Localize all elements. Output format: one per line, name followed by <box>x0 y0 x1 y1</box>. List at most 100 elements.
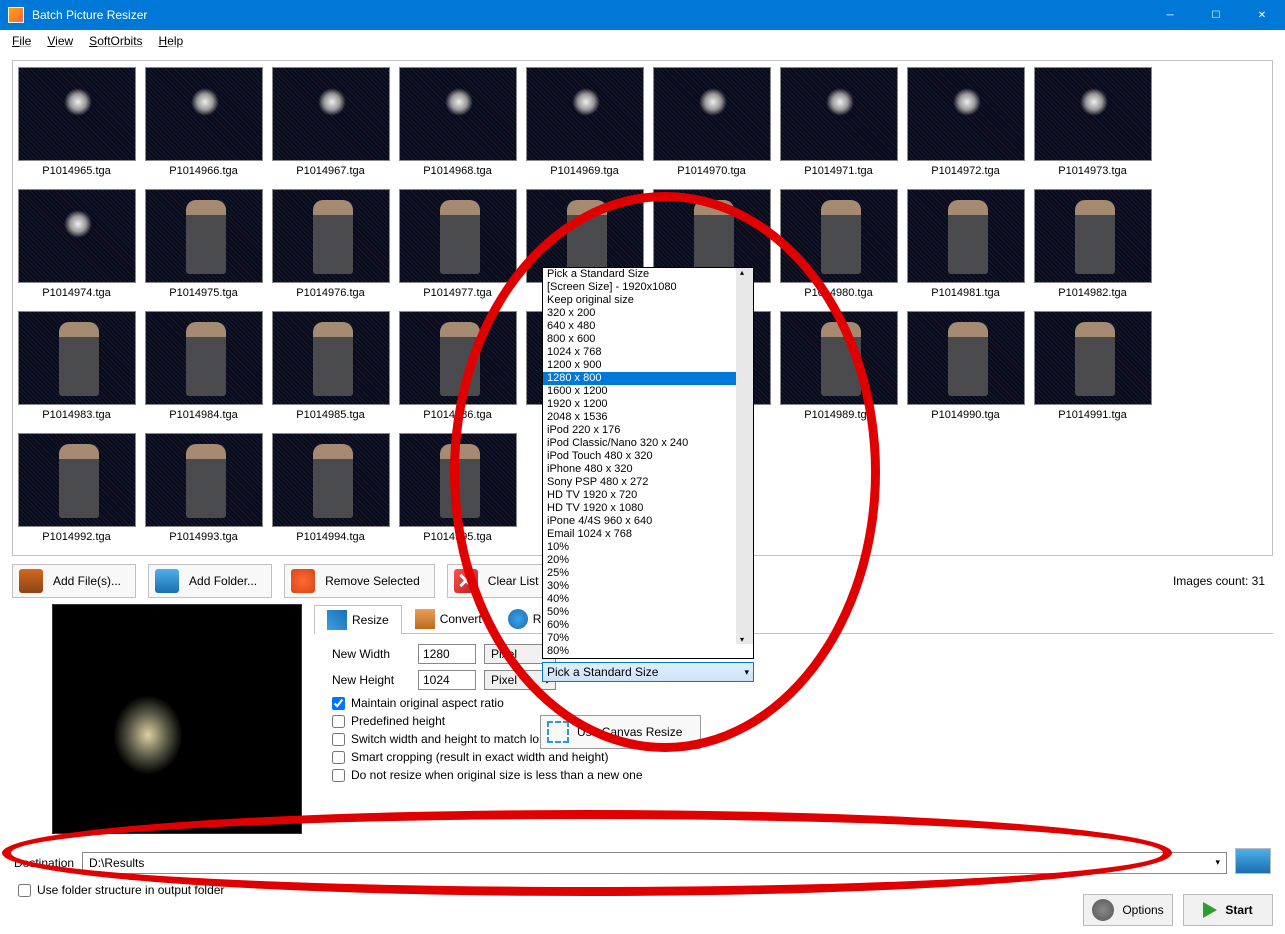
thumbnail-item[interactable]: P1014995.tga <box>394 433 521 553</box>
minimize-button[interactable]: ─ <box>1147 0 1193 30</box>
thumbnail-item[interactable]: P1014966.tga <box>140 67 267 187</box>
dropdown-option[interactable]: 50% <box>543 606 753 619</box>
new-width-input[interactable] <box>418 644 476 664</box>
thumbnail-filename: P1014969.tga <box>550 165 619 177</box>
options-button[interactable]: Options <box>1083 894 1173 926</box>
dropdown-option[interactable]: Email 1024 x 768 <box>543 528 753 541</box>
thumbnail-filename: P1014985.tga <box>296 409 365 421</box>
thumbnail-item[interactable]: P1014993.tga <box>140 433 267 553</box>
dropdown-option[interactable]: HD TV 1920 x 720 <box>543 489 753 502</box>
thumbnail-item[interactable]: P1014976.tga <box>267 189 394 309</box>
chevron-down-icon: ▾ <box>744 667 749 678</box>
dropdown-option[interactable]: 640 x 480 <box>543 320 753 333</box>
dropdown-option[interactable]: 60% <box>543 619 753 632</box>
standard-size-combo[interactable]: Pick a Standard Size ▾ <box>542 662 754 682</box>
new-height-input[interactable] <box>418 670 476 690</box>
thumbnail-item[interactable]: P1014992.tga <box>13 433 140 553</box>
close-button[interactable]: ✕ <box>1239 0 1285 30</box>
thumbnail-filename: P1014983.tga <box>42 409 111 421</box>
thumbnail-item[interactable]: P1014967.tga <box>267 67 394 187</box>
thumbnail-item[interactable]: P1014971.tga <box>775 67 902 187</box>
thumbnail-item[interactable]: P1014977.tga <box>394 189 521 309</box>
thumbnail-item[interactable]: P1014984.tga <box>140 311 267 431</box>
dropdown-option[interactable]: Sony PSP 480 x 272 <box>543 476 753 489</box>
menu-file[interactable]: File <box>4 32 39 50</box>
thumbnail-item[interactable]: P1014989.tga <box>775 311 902 431</box>
thumbnail-item[interactable]: P1014991.tga <box>1029 311 1156 431</box>
maximize-button[interactable]: ☐ <box>1193 0 1239 30</box>
dropdown-option[interactable]: iPone 4/4S 960 x 640 <box>543 515 753 528</box>
add-folder-button[interactable]: Add Folder... <box>148 564 272 598</box>
preview-image <box>113 695 183 775</box>
dropdown-option[interactable]: iPod Classic/Nano 320 x 240 <box>543 437 753 450</box>
dropdown-option[interactable]: Keep original size <box>543 294 753 307</box>
dropdown-option[interactable]: Pick a Standard Size <box>543 268 753 281</box>
thumbnail-item[interactable]: P1014969.tga <box>521 67 648 187</box>
tab-convert[interactable]: Convert <box>402 604 495 633</box>
dropdown-scrollbar[interactable] <box>736 268 753 644</box>
thumbnail-item[interactable]: P1014980.tga <box>775 189 902 309</box>
menu-softorbits[interactable]: SoftOrbits <box>81 32 150 50</box>
menu-view[interactable]: View <box>39 32 81 50</box>
use-folder-structure-checkbox[interactable] <box>18 884 31 897</box>
thumbnail-item[interactable]: P1014975.tga <box>140 189 267 309</box>
thumbnail-filename: P1014980.tga <box>804 287 873 299</box>
tab-resize[interactable]: Resize <box>314 605 402 634</box>
thumbnail-item[interactable]: P1014983.tga <box>13 311 140 431</box>
thumbnail-item[interactable]: P1014990.tga <box>902 311 1029 431</box>
browse-destination-button[interactable] <box>1235 848 1271 874</box>
dropdown-option[interactable]: 20% <box>543 554 753 567</box>
start-arrow-icon <box>1203 902 1217 918</box>
standard-size-dropdown-list[interactable]: Pick a Standard Size[Screen Size] - 1920… <box>542 267 754 659</box>
no-resize-smaller-checkbox[interactable] <box>332 769 345 782</box>
dropdown-option[interactable]: 1280 x 800 <box>543 372 753 385</box>
canvas-resize-button[interactable]: Use Canvas Resize <box>540 715 701 749</box>
thumbnail-item[interactable]: P1014974.tga <box>13 189 140 309</box>
start-button[interactable]: Start <box>1183 894 1273 926</box>
add-files-button[interactable]: Add File(s)... <box>12 564 136 598</box>
thumbnail-item[interactable]: P1014972.tga <box>902 67 1029 187</box>
dropdown-option[interactable]: 1200 x 900 <box>543 359 753 372</box>
dropdown-option[interactable]: 2048 x 1536 <box>543 411 753 424</box>
menu-help[interactable]: Help <box>151 32 192 50</box>
thumbnail-item[interactable]: P1014981.tga <box>902 189 1029 309</box>
thumbnail-filename: P1014967.tga <box>296 165 365 177</box>
dropdown-option[interactable]: iPhone 480 x 320 <box>543 463 753 476</box>
destination-combo[interactable]: D:\Results ▾ <box>82 852 1227 874</box>
dropdown-option[interactable]: iPod Touch 480 x 320 <box>543 450 753 463</box>
dropdown-option[interactable]: 320 x 200 <box>543 307 753 320</box>
smart-crop-checkbox[interactable] <box>332 751 345 764</box>
thumbnail-item[interactable]: P1014970.tga <box>648 67 775 187</box>
thumbnail-filename: P1014971.tga <box>804 165 873 177</box>
dropdown-option[interactable]: 1600 x 1200 <box>543 385 753 398</box>
dropdown-option[interactable]: 25% <box>543 567 753 580</box>
dropdown-option[interactable]: 70% <box>543 632 753 645</box>
dropdown-option[interactable]: iPod 220 x 176 <box>543 424 753 437</box>
dropdown-option[interactable]: HD TV 1920 x 1080 <box>543 502 753 515</box>
dropdown-option[interactable]: 1920 x 1200 <box>543 398 753 411</box>
canvas-resize-icon <box>547 721 569 743</box>
switch-wh-checkbox[interactable] <box>332 733 345 746</box>
thumbnail-item[interactable]: P1014985.tga <box>267 311 394 431</box>
thumbnail-filename: P1014975.tga <box>169 287 238 299</box>
clear-list-button[interactable]: Clear List <box>447 564 554 598</box>
dropdown-option[interactable]: 1024 x 768 <box>543 346 753 359</box>
thumbnail-item[interactable]: P1014973.tga <box>1029 67 1156 187</box>
dropdown-option[interactable]: 40% <box>543 593 753 606</box>
thumbnail-item[interactable]: P1014965.tga <box>13 67 140 187</box>
thumbnail-item[interactable]: P1014994.tga <box>267 433 394 553</box>
gear-icon <box>1092 899 1114 921</box>
maintain-aspect-checkbox[interactable] <box>332 697 345 710</box>
dropdown-option[interactable]: 30% <box>543 580 753 593</box>
remove-selected-label: Remove Selected <box>325 574 420 588</box>
add-folder-label: Add Folder... <box>189 574 257 588</box>
dropdown-option[interactable]: 10% <box>543 541 753 554</box>
thumbnail-item[interactable]: P1014986.tga <box>394 311 521 431</box>
thumbnail-item[interactable]: P1014982.tga <box>1029 189 1156 309</box>
predefined-height-checkbox[interactable] <box>332 715 345 728</box>
remove-selected-button[interactable]: Remove Selected <box>284 564 435 598</box>
thumbnail-item[interactable]: P1014968.tga <box>394 67 521 187</box>
dropdown-option[interactable]: 800 x 600 <box>543 333 753 346</box>
dropdown-option[interactable]: 80% <box>543 645 753 658</box>
dropdown-option[interactable]: [Screen Size] - 1920x1080 <box>543 281 753 294</box>
